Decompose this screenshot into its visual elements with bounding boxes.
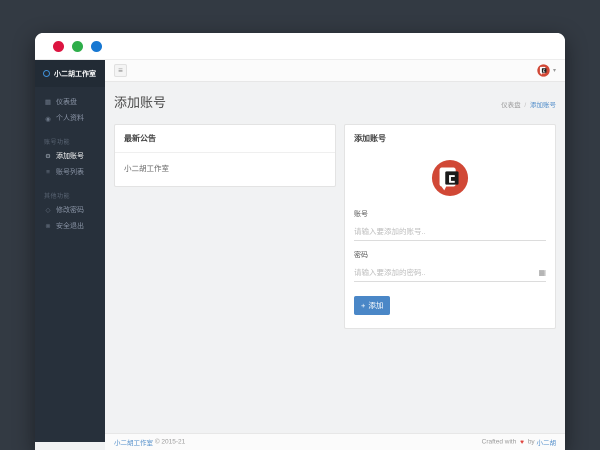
sidebar-item-change-password[interactable]: ◇ 修改密码 xyxy=(35,203,105,219)
admin-app: 小二胡工作室 ▦ 仪表盘 ◉ 个人资料 账号功能 ⊙ 添加账号 ≡ 账号列表 其… xyxy=(35,60,565,450)
page-heading-row: 添加账号 仪表盘 / 添加账号 xyxy=(114,92,556,111)
sidebar-toggle-button[interactable]: ≡ xyxy=(114,64,127,77)
top-navbar: ≡ ▾ xyxy=(105,60,565,82)
sidebar-item-label: 个人资料 xyxy=(56,115,84,123)
sidebar-item-label: 安全退出 xyxy=(56,222,84,230)
add-account-card-title: 添加账号 xyxy=(354,134,386,143)
notice-card: 最新公告 小二胡工作室 xyxy=(114,124,336,187)
window-titlebar xyxy=(35,33,565,60)
sidebar-nav: ▦ 仪表盘 ◉ 个人资料 账号功能 ⊙ 添加账号 ≡ 账号列表 其他功能 ◇ 修… xyxy=(35,87,105,235)
notice-card-content: 小二胡工作室 xyxy=(124,164,169,173)
user-menu[interactable]: ▾ xyxy=(537,64,556,77)
studio-logo xyxy=(431,159,469,197)
change-password-icon: ◇ xyxy=(45,206,51,214)
brand-circle-icon xyxy=(43,70,50,77)
add-account-icon: ⊙ xyxy=(45,153,51,161)
generate-password-icon[interactable]: ▦ xyxy=(538,268,546,277)
account-field-group: 账号 xyxy=(354,209,546,241)
heart-icon: ♥ xyxy=(520,438,524,446)
sidebar-brand[interactable]: 小二胡工作室 xyxy=(35,60,105,87)
footer-credit: Crafted with ♥ by 小二胡 xyxy=(481,437,557,448)
password-field-group: 密码 ▦ xyxy=(354,250,546,282)
sidebar-item-label: 修改密码 xyxy=(56,206,84,214)
account-field-label: 账号 xyxy=(354,211,368,218)
account-list-icon: ≡ xyxy=(46,169,50,177)
sidebar-section-accounts: 账号功能 xyxy=(44,139,71,146)
breadcrumb-parent[interactable]: 仪表盘 xyxy=(501,102,521,109)
sidebar-item-label: 仪表盘 xyxy=(56,99,77,106)
user-avatar-logo xyxy=(537,64,550,77)
logout-icon: ⊗ xyxy=(45,223,51,231)
chevron-down-icon: ▾ xyxy=(552,68,556,74)
footer-copyright: 小二胡工作室 © 2015-21 xyxy=(114,437,186,448)
sidebar-item-logout[interactable]: ⊗ 安全退出 xyxy=(35,219,105,235)
sidebar-item-profile[interactable]: ◉ 个人资料 xyxy=(35,111,105,127)
sidebar-item-label: 添加账号 xyxy=(56,152,84,160)
sidebar-item-account-list[interactable]: ≡ 账号列表 xyxy=(35,165,105,181)
page-footer: 小二胡工作室 © 2015-21 Crafted with ♥ by 小二胡 xyxy=(105,433,565,450)
footer-credit-middle: by xyxy=(527,438,535,446)
browser-window: 小二胡工作室 ▦ 仪表盘 ◉ 个人资料 账号功能 ⊙ 添加账号 ≡ 账号列表 其… xyxy=(35,33,565,450)
zoom-window-button[interactable] xyxy=(91,40,102,52)
notice-card-title: 最新公告 xyxy=(115,125,335,153)
footer-copyright-text: © 2015-21 xyxy=(154,438,186,446)
breadcrumb-separator: / xyxy=(524,102,527,109)
plus-icon: + xyxy=(361,301,366,310)
password-field-label: 密码 xyxy=(354,252,368,259)
sidebar-section-other: 其他功能 xyxy=(44,193,71,200)
add-account-submit-button[interactable]: + 添加 xyxy=(354,296,391,315)
page-content: 添加账号 仪表盘 / 添加账号 最新公告 小二胡工作室 添加账号 账号 请输入要… xyxy=(105,82,565,433)
brand-name: 小二胡工作室 xyxy=(54,70,96,78)
dashboard-icon: ▦ xyxy=(44,99,52,107)
submit-label: 添加 xyxy=(368,301,384,310)
footer-credit-prefix: Crafted with xyxy=(481,438,517,446)
footer-author-link[interactable]: 小二胡 xyxy=(537,440,557,447)
footer-brand-link[interactable]: 小二胡工作室 xyxy=(114,440,153,447)
sidebar-item-dashboard[interactable]: ▦ 仪表盘 xyxy=(35,95,105,111)
sidebar-item-add-account[interactable]: ⊙ 添加账号 xyxy=(35,149,105,165)
minimize-window-button[interactable] xyxy=(72,40,83,52)
profile-icon: ◉ xyxy=(45,115,51,123)
breadcrumb: 仪表盘 / 添加账号 xyxy=(501,99,556,111)
account-input[interactable] xyxy=(354,224,546,241)
main-column: ≡ ▾ 添加账号 仪表盘 / 添加账号 最新公告 小二胡工作室 添加账号 账号 … xyxy=(105,60,565,450)
logo-wrap xyxy=(354,159,546,197)
desktop-background: 小二胡工作室 ▦ 仪表盘 ◉ 个人资料 账号功能 ⊙ 添加账号 ≡ 账号列表 其… xyxy=(0,0,600,450)
cards-row: 最新公告 小二胡工作室 添加账号 账号 请输入要添加的账号.. 密码 请输入要添… xyxy=(114,124,556,329)
close-window-button[interactable] xyxy=(53,40,64,52)
add-account-card: 添加账号 账号 请输入要添加的账号.. 密码 请输入要添加的密码.. ▦ + 添… xyxy=(344,124,556,329)
page-title: 添加账号 xyxy=(114,95,167,110)
password-input[interactable] xyxy=(354,265,546,282)
sidebar: 小二胡工作室 ▦ 仪表盘 ◉ 个人资料 账号功能 ⊙ 添加账号 ≡ 账号列表 其… xyxy=(35,60,105,442)
sidebar-item-label: 账号列表 xyxy=(56,169,84,177)
breadcrumb-current[interactable]: 添加账号 xyxy=(530,102,556,109)
